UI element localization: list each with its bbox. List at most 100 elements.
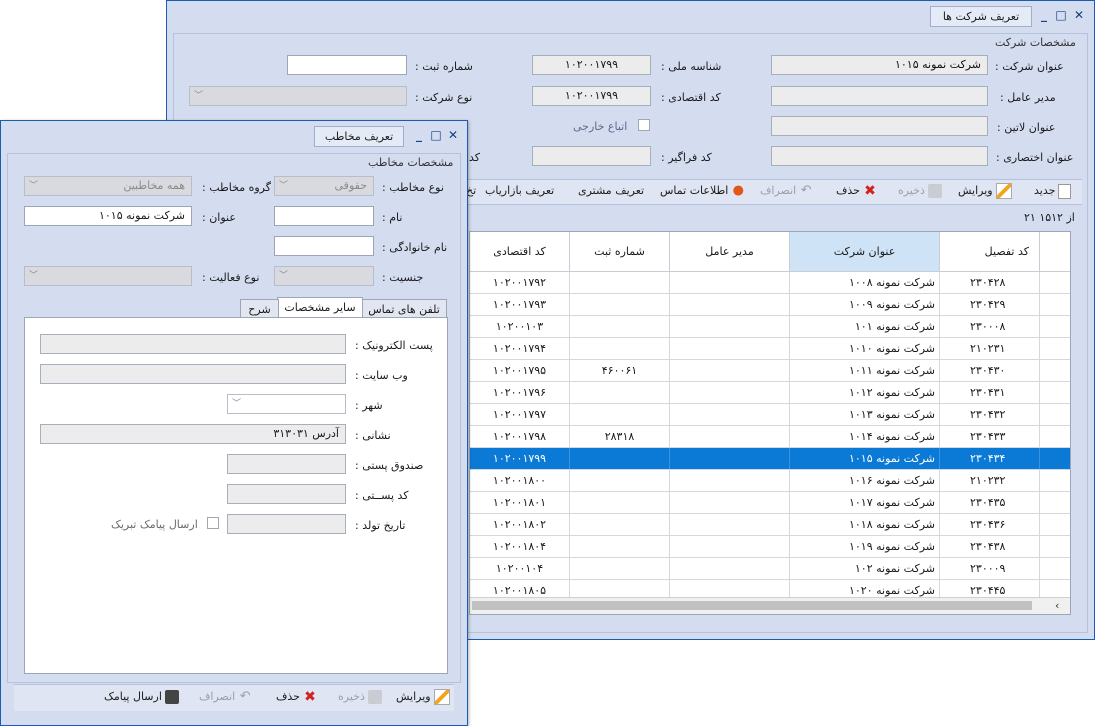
table-row[interactable]: ۱۰۲۰۰۱۸۰۴ شرکت نمونه ۱۰۱۹ ۲۳۰۴۳۸ bbox=[470, 536, 1070, 558]
table-row[interactable]: ۱۰۲۰۰۱۷۹۵ ۴۶۰۰۶۱ شرکت نمونه ۱۰۱۱ ۲۳۰۴۳۰ bbox=[470, 360, 1070, 382]
economic-code-field[interactable]: ۱۰۲۰۰۱۷۹۹ bbox=[532, 86, 651, 106]
cell-economic-code: ۱۰۲۰۰۱۷۹۵ bbox=[470, 360, 570, 381]
minimize-icon[interactable]: _ bbox=[412, 128, 426, 142]
edit-button[interactable]: ویرایش bbox=[958, 181, 1015, 201]
ceo-field[interactable] bbox=[771, 86, 988, 106]
col-header-economic-code[interactable]: کد اقتصادی bbox=[470, 232, 570, 272]
company-window-title: تعریف شرکت ها bbox=[930, 6, 1032, 27]
contact-edit-button[interactable]: ویرایش bbox=[396, 687, 453, 707]
tab-description[interactable]: شرح bbox=[240, 299, 279, 319]
postal-field[interactable] bbox=[227, 484, 346, 504]
contact-group-value: همه مخاطبین bbox=[123, 179, 185, 192]
save-icon bbox=[367, 690, 382, 704]
table-row[interactable]: ۱۰۲۰۰۱۷۹۷ شرکت نمونه ۱۰۱۳ ۲۳۰۴۳۲ bbox=[470, 404, 1070, 426]
table-row[interactable]: ۱۰۲۰۰۱۷۹۹ شرکت نمونه ۱۰۱۵ ۲۳۰۴۳۴ bbox=[470, 448, 1070, 470]
contact-save-label: ذخیره bbox=[338, 690, 365, 703]
table-row[interactable]: ۱۰۲۰۰۱۸۰۲ شرکت نمونه ۱۰۱۸ ۲۳۰۴۳۶ bbox=[470, 514, 1070, 536]
cell-detail-code: ۲۳۰۴۳۰ bbox=[940, 360, 1040, 381]
table-row[interactable]: ۱۰۲۰۰۱۷۹۸ ۲۸۳۱۸ شرکت نمونه ۱۰۱۴ ۲۳۰۴۳۳ bbox=[470, 426, 1070, 448]
pobox-field[interactable] bbox=[227, 454, 346, 474]
cell-company-title: شرکت نمونه ۱۰۱ bbox=[790, 316, 940, 337]
table-row[interactable]: ۱۰۲۰۰۱۷۹۴ شرکت نمونه ۱۰۱۰ ۲۱۰۲۳۱ bbox=[470, 338, 1070, 360]
maximize-icon[interactable]: □ bbox=[429, 128, 443, 142]
cell-economic-code: ۱۰۲۰۰۱۷۹۴ bbox=[470, 338, 570, 359]
table-row[interactable]: ۱۰۲۰۰۱۷۹۲ شرکت نمونه ۱۰۰۸ ۲۳۰۴۲۸ bbox=[470, 272, 1070, 294]
define-customer-button[interactable]: تعریف مشتری bbox=[578, 181, 644, 201]
cell-ceo bbox=[670, 272, 790, 293]
col-header-ceo[interactable]: مدیر عامل bbox=[670, 232, 790, 272]
table-row[interactable]: ۱۰۲۰۰۱۰۳ شرکت نمونه ۱۰۱ ۲۳۰۰۰۸ bbox=[470, 316, 1070, 338]
address-field[interactable]: آدرس ۳۱۳۰۳۱ bbox=[40, 424, 346, 444]
company-type-select[interactable]: ﹀ bbox=[189, 86, 407, 106]
col-header-detail-code[interactable]: کد تفصیل bbox=[940, 232, 1040, 272]
cell-detail-code: ۲۳۰۰۰۹ bbox=[940, 558, 1040, 579]
short-title-field[interactable] bbox=[771, 146, 988, 166]
latin-title-field[interactable] bbox=[771, 116, 988, 136]
cell-ceo bbox=[670, 558, 790, 579]
col-header-company-title[interactable]: عنوان شرکت bbox=[790, 232, 940, 272]
contact-type-select[interactable]: ﹀ حقوقی bbox=[274, 176, 374, 196]
family-field[interactable] bbox=[274, 236, 374, 256]
comprehensive-code-field[interactable] bbox=[532, 146, 651, 166]
chevron-down-icon: ﹀ bbox=[279, 181, 289, 191]
horizontal-scrollbar[interactable]: ‹ bbox=[470, 597, 1070, 614]
close-icon[interactable]: ✕ bbox=[446, 128, 460, 142]
table-row[interactable]: ۱۰۲۰۰۱۰۴ شرکت نمونه ۱۰۲ ۲۳۰۰۰۹ bbox=[470, 558, 1070, 580]
cell-economic-code: ۱۰۲۰۰۱۸۰۱ bbox=[470, 492, 570, 513]
contact-save-button[interactable]: ذخیره bbox=[338, 687, 385, 707]
new-label: جدید bbox=[1034, 184, 1056, 197]
contact-group-select[interactable]: ﹀ همه مخاطبین bbox=[24, 176, 192, 196]
contact-cancel-button[interactable]: ↶انصراف bbox=[199, 687, 255, 707]
cell-reg-no bbox=[570, 382, 670, 403]
postal-label: کد پســتی : bbox=[355, 489, 409, 502]
scroll-left-arrow[interactable]: ‹ bbox=[1055, 598, 1059, 614]
activity-type-label: نوع فعالیت : bbox=[202, 271, 260, 284]
new-button[interactable]: جدید bbox=[1034, 181, 1074, 201]
close-icon[interactable]: ✕ bbox=[1072, 8, 1086, 22]
cell-economic-code: ۱۰۲۰۰۱۷۹۶ bbox=[470, 382, 570, 403]
table-row[interactable]: ۱۰۲۰۰۱۷۹۶ شرکت نمونه ۱۰۱۲ ۲۳۰۴۳۱ bbox=[470, 382, 1070, 404]
contact-window-title: تعریف مخاطب bbox=[314, 126, 404, 147]
reg-no-field[interactable] bbox=[287, 55, 407, 75]
website-field[interactable] bbox=[40, 364, 346, 384]
pobox-label: صندوق پستی : bbox=[355, 459, 424, 472]
city-select[interactable]: ﹀ bbox=[227, 394, 346, 414]
table-row[interactable]: ۱۰۲۰۰۱۸۰۰ شرکت نمونه ۱۰۱۶ ۲۱۰۲۳۲ bbox=[470, 470, 1070, 492]
companies-grid[interactable]: کد اقتصادی شماره ثبت مدیر عامل عنوان شرک… bbox=[469, 231, 1071, 615]
cell-reg-no bbox=[570, 316, 670, 337]
tab-contact-phones[interactable]: تلفن های تماس bbox=[361, 299, 447, 319]
col-header-reg-no[interactable]: شماره ثبت bbox=[570, 232, 670, 272]
contact-info-button[interactable]: ●اطلاعات تماس bbox=[660, 181, 748, 201]
gender-select[interactable]: ﹀ bbox=[274, 266, 374, 286]
cell-reg-no bbox=[570, 492, 670, 513]
company-title-field[interactable]: شرکت نمونه ۱۰۱۵ bbox=[771, 55, 988, 75]
minimize-icon[interactable]: _ bbox=[1037, 8, 1051, 22]
national-id-field[interactable]: ۱۰۲۰۰۱۷۹۹ bbox=[532, 55, 651, 75]
delete-button[interactable]: ✖ حذف bbox=[836, 181, 880, 201]
define-marketer-button[interactable]: تعریف بازاریاب bbox=[485, 181, 554, 201]
cancel-button[interactable]: ↶انصراف bbox=[760, 181, 816, 201]
cell-reg-no bbox=[570, 404, 670, 425]
save-button[interactable]: ذخیره bbox=[898, 181, 945, 201]
tab-other-info[interactable]: سایر مشخصات bbox=[277, 297, 363, 319]
table-row[interactable]: ۱۰۲۰۰۱۷۹۳ شرکت نمونه ۱۰۰۹ ۲۳۰۴۲۹ bbox=[470, 294, 1070, 316]
foreign-checkbox[interactable] bbox=[638, 119, 650, 131]
name-field[interactable] bbox=[274, 206, 374, 226]
cell-detail-code: ۲۳۰۴۳۱ bbox=[940, 382, 1040, 403]
cell-ceo bbox=[670, 382, 790, 403]
email-field[interactable] bbox=[40, 334, 346, 354]
cell-detail-code: ۲۳۰۴۳۶ bbox=[940, 514, 1040, 535]
sms-greeting-checkbox[interactable] bbox=[207, 517, 219, 529]
cell-company-title: شرکت نمونه ۱۰۱۵ bbox=[790, 448, 940, 469]
scrollbar-thumb[interactable] bbox=[472, 601, 1032, 610]
contact-delete-button[interactable]: ✖ حذف bbox=[276, 687, 320, 707]
cell-ceo bbox=[670, 514, 790, 535]
table-row[interactable]: ۱۰۲۰۰۱۸۰۱ شرکت نمونه ۱۰۱۷ ۲۳۰۴۳۵ bbox=[470, 492, 1070, 514]
maximize-icon[interactable]: □ bbox=[1054, 8, 1068, 22]
location-pin-icon: ● bbox=[732, 183, 745, 198]
title-field[interactable]: شرکت نمونه ۱۰۱۵ bbox=[24, 206, 192, 226]
contact-info-label: اطلاعات تماس bbox=[660, 184, 729, 197]
birthdate-field[interactable] bbox=[227, 514, 346, 534]
activity-type-select[interactable]: ﹀ bbox=[24, 266, 192, 286]
send-sms-button[interactable]: ارسال پیامک bbox=[104, 687, 182, 707]
